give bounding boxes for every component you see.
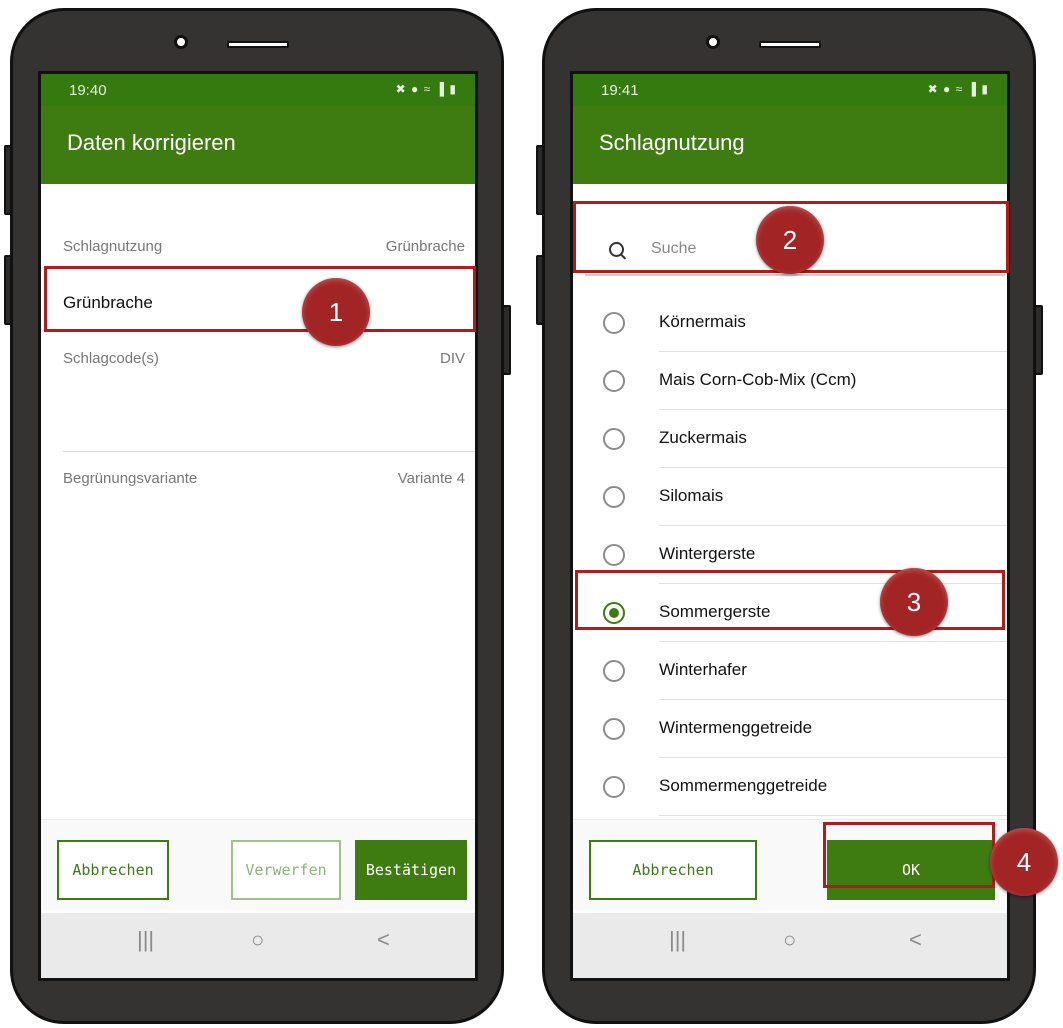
- step-badge-4: 4: [990, 828, 1058, 896]
- home-icon[interactable]: ○: [251, 927, 264, 953]
- radio-button[interactable]: [603, 776, 625, 798]
- radio-button[interactable]: [603, 370, 625, 392]
- option-label: Wintergerste: [659, 544, 756, 563]
- status-bar: 19:40 ✖ ● ≈ ▐ ▮: [41, 74, 475, 106]
- radio-button[interactable]: [603, 428, 625, 450]
- step-badge-3: 3: [880, 568, 948, 636]
- option-zuckermais[interactable]: Zuckermais: [573, 410, 1007, 468]
- app-bar: Schlagnutzung: [573, 106, 1007, 184]
- earpiece-speaker: [227, 41, 289, 48]
- option-label: Winterhafer: [659, 660, 747, 679]
- system-nav-bar: ||| ○ <: [41, 913, 475, 978]
- option-divider: [659, 815, 1007, 816]
- option-label: Körnermais: [659, 312, 746, 331]
- recent-apps-icon[interactable]: |||: [137, 927, 154, 953]
- discard-button[interactable]: Verwerfen: [231, 840, 341, 900]
- begruenung-value: Variante 4: [397, 470, 465, 487]
- schlagcode-label: Schlagcode(s): [63, 350, 159, 367]
- option-label: Wintermenggetreide: [659, 718, 813, 737]
- front-camera: [174, 35, 188, 49]
- step-badge-1: 1: [302, 278, 370, 346]
- status-icons: ✖ ● ≈ ▐ ▮: [927, 82, 989, 96]
- screen-left: 19:40 ✖ ● ≈ ▐ ▮ Daten korrigieren Schlag…: [38, 71, 478, 981]
- radio-button[interactable]: [603, 544, 625, 566]
- step-badge-2: 2: [756, 206, 824, 274]
- option-mais-corn-cob-mix[interactable]: Mais Corn-Cob-Mix (Ccm): [573, 352, 1007, 410]
- schlagnutzung-label: Schlagnutzung: [63, 238, 163, 255]
- radio-button[interactable]: [603, 312, 625, 334]
- radio-button[interactable]: [603, 718, 625, 740]
- option-wintermenggetreide[interactable]: Wintermenggetreide: [573, 700, 1007, 758]
- radio-button[interactable]: [603, 660, 625, 682]
- option-sommermenggetreide[interactable]: Sommermenggetreide: [573, 758, 1007, 816]
- back-icon[interactable]: <: [909, 927, 922, 953]
- option-winterhafer[interactable]: Winterhafer: [573, 642, 1007, 700]
- option-label: Silomais: [659, 486, 724, 505]
- front-camera: [706, 35, 720, 49]
- back-icon[interactable]: <: [377, 927, 390, 953]
- action-bar: Abbrechen Verwerfen Bestätigen: [41, 819, 475, 910]
- confirm-button[interactable]: Bestätigen: [355, 840, 467, 900]
- status-bar: 19:41 ✖ ● ≈ ▐ ▮: [573, 74, 1007, 106]
- highlight-box-4: [823, 822, 995, 888]
- highlight-box-1: [44, 266, 476, 332]
- cancel-button[interactable]: Abbrechen: [589, 840, 757, 900]
- option-silomais[interactable]: Silomais: [573, 468, 1007, 526]
- phone-left: 19:40 ✖ ● ≈ ▐ ▮ Daten korrigieren Schlag…: [10, 8, 504, 1024]
- row-divider: [63, 451, 475, 452]
- option-label: Mais Corn-Cob-Mix (Ccm): [659, 370, 857, 389]
- system-nav-bar: ||| ○ <: [573, 913, 1007, 978]
- status-time: 19:40: [69, 82, 107, 99]
- schlagcode-value: DIV: [439, 350, 465, 367]
- home-icon[interactable]: ○: [783, 927, 796, 953]
- status-time: 19:41: [601, 82, 639, 99]
- app-bar: Daten korrigieren: [41, 106, 475, 184]
- radio-button[interactable]: [603, 486, 625, 508]
- option-koernermais[interactable]: Körnermais: [573, 294, 1007, 352]
- page-title: Schlagnutzung: [599, 130, 745, 155]
- cancel-button[interactable]: Abbrechen: [57, 840, 169, 900]
- earpiece-speaker: [759, 41, 821, 48]
- page-title: Daten korrigieren: [67, 130, 236, 155]
- status-icons: ✖ ● ≈ ▐ ▮: [395, 82, 457, 96]
- option-label: Zuckermais: [659, 428, 747, 447]
- option-label: Sommermenggetreide: [659, 776, 828, 795]
- schlagnutzung-value[interactable]: Grünbrache: [386, 238, 465, 255]
- begruenung-label: Begrünungsvariante: [63, 470, 198, 487]
- recent-apps-icon[interactable]: |||: [669, 927, 686, 953]
